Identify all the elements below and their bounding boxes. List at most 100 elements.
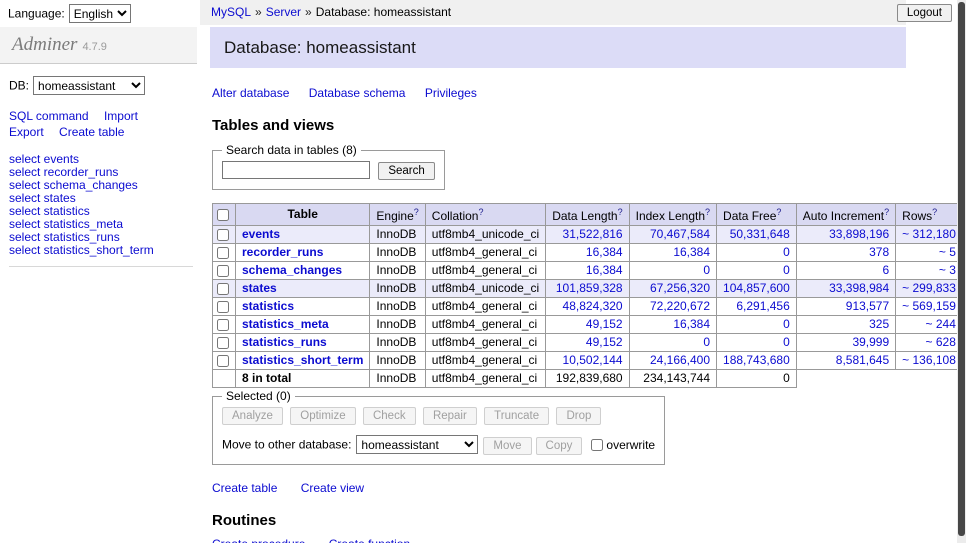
data-length-cell: 48,824,320 (546, 298, 629, 316)
total-data-free-cell: 0 (717, 370, 797, 388)
column-header-rows[interactable]: Rows? (896, 204, 963, 226)
help-icon[interactable]: ? (884, 207, 889, 217)
auto-increment-cell: 33,898,196 (796, 226, 895, 244)
table-link[interactable]: states (242, 281, 277, 295)
sidebar: DB: homeassistant SQL command Import Expo… (0, 64, 197, 267)
help-icon[interactable]: ? (705, 207, 710, 217)
truncate-button[interactable]: Truncate (484, 407, 549, 425)
logout-button[interactable]: Logout (897, 4, 952, 22)
table-row: events InnoDB utf8mb4_unicode_ci 31,522,… (213, 226, 966, 244)
column-header-collation[interactable]: Collation? (425, 204, 545, 226)
selected-legend: Selected (0) (222, 389, 295, 403)
rows-cell: ~ 3 (896, 262, 963, 280)
breadcrumb-separator: » (255, 5, 262, 19)
analyze-button[interactable]: Analyze (222, 407, 283, 425)
create-table-link[interactable]: Create table (59, 125, 124, 139)
index-length-cell: 72,220,672 (629, 298, 716, 316)
table-link[interactable]: statistics_short_term (242, 353, 363, 367)
data-length-cell: 16,384 (546, 262, 629, 280)
data-free-cell: 0 (717, 334, 797, 352)
table-name-cell: states (236, 280, 370, 298)
move-label: Move to other database: (222, 438, 351, 452)
help-icon[interactable]: ? (414, 207, 419, 217)
rows-cell: ~ 628 (896, 334, 963, 352)
rows-cell: ~ 136,108 (896, 352, 963, 370)
repair-button[interactable]: Repair (423, 407, 477, 425)
column-header-data-length[interactable]: Data Length? (546, 204, 629, 226)
column-header-auto-increment[interactable]: Auto Increment? (796, 204, 895, 226)
column-header-index-length[interactable]: Index Length? (629, 204, 716, 226)
privileges-link[interactable]: Privileges (425, 86, 477, 100)
column-header-engine[interactable]: Engine? (370, 204, 425, 226)
row-checkbox[interactable] (217, 247, 229, 259)
move-database-select[interactable]: homeassistant (356, 435, 478, 454)
row-checkbox[interactable] (217, 337, 229, 349)
drop-button[interactable]: Drop (556, 407, 601, 425)
index-length-cell: 24,166,400 (629, 352, 716, 370)
overwrite-checkbox[interactable] (591, 439, 603, 451)
adminer-app: Language:English MySQL»Server»Database: … (0, 0, 966, 543)
column-header-data-free[interactable]: Data Free? (717, 204, 797, 226)
data-free-cell: 0 (717, 244, 797, 262)
table-link[interactable]: events (242, 227, 280, 241)
language-label: Language: (8, 7, 65, 21)
scrollbar-thumb[interactable] (958, 2, 965, 536)
table-row: states InnoDB utf8mb4_unicode_ci 101,859… (213, 280, 966, 298)
language-select[interactable]: English (69, 4, 131, 23)
engine-cell: InnoDB (370, 334, 425, 352)
create-function-link[interactable]: Create function (329, 537, 410, 543)
help-icon[interactable]: ? (618, 207, 623, 217)
create-view-link[interactable]: Create view (301, 481, 364, 495)
row-checkbox[interactable] (217, 229, 229, 241)
breadcrumb-link-mysql[interactable]: MySQL (211, 5, 251, 19)
total-index-length-cell: 234,143,744 (629, 370, 716, 388)
row-checkbox[interactable] (217, 283, 229, 295)
optimize-button[interactable]: Optimize (290, 407, 355, 425)
database-schema-link[interactable]: Database schema (309, 86, 406, 100)
row-checkbox[interactable] (217, 301, 229, 313)
engine-cell: InnoDB (370, 280, 425, 298)
data-length-cell: 31,522,816 (546, 226, 629, 244)
collation-cell: utf8mb4_general_ci (425, 262, 545, 280)
create-table-link-main[interactable]: Create table (212, 481, 277, 495)
main-content: Database: homeassistant Alter database D… (210, 27, 906, 543)
export-link[interactable]: Export (9, 125, 44, 139)
table-link[interactable]: statistics_runs (242, 335, 327, 349)
row-checkbox[interactable] (217, 355, 229, 367)
auto-increment-cell: 6 (796, 262, 895, 280)
index-length-cell: 16,384 (629, 244, 716, 262)
auto-increment-cell: 378 (796, 244, 895, 262)
search-input[interactable] (222, 161, 370, 179)
scrollbar[interactable] (957, 0, 966, 543)
data-free-cell: 0 (717, 316, 797, 334)
index-length-cell: 16,384 (629, 316, 716, 334)
collation-cell: utf8mb4_general_ci (425, 352, 545, 370)
table-name-cell: events (236, 226, 370, 244)
table-link[interactable]: schema_changes (242, 263, 342, 277)
select-all-checkbox[interactable] (217, 209, 229, 221)
table-link[interactable]: recorder_runs (242, 245, 323, 259)
row-checkbox[interactable] (217, 319, 229, 331)
db-select[interactable]: homeassistant (33, 76, 145, 95)
column-header-table[interactable]: Table (236, 204, 370, 226)
sidebar-item-select-statistics-short-term[interactable]: select statistics_short_term (9, 244, 193, 257)
table-link[interactable]: statistics_meta (242, 317, 329, 331)
help-icon[interactable]: ? (478, 207, 483, 217)
search-button[interactable]: Search (378, 162, 434, 180)
help-icon[interactable]: ? (776, 207, 781, 217)
move-button[interactable]: Move (483, 437, 531, 455)
breadcrumb-current: Database: homeassistant (316, 5, 451, 19)
create-procedure-link[interactable]: Create procedure (212, 537, 305, 543)
copy-button[interactable]: Copy (536, 437, 583, 455)
row-checkbox[interactable] (217, 265, 229, 277)
table-link[interactable]: statistics (242, 299, 294, 313)
alter-database-link[interactable]: Alter database (212, 86, 289, 100)
check-button[interactable]: Check (363, 407, 416, 425)
sql-command-link[interactable]: SQL command (9, 109, 89, 123)
engine-cell: InnoDB (370, 352, 425, 370)
table-name-cell: statistics_short_term (236, 352, 370, 370)
breadcrumb-link-server[interactable]: Server (266, 5, 301, 19)
import-link[interactable]: Import (104, 109, 138, 123)
help-icon[interactable]: ? (932, 207, 937, 217)
db-label: DB: (9, 79, 29, 93)
